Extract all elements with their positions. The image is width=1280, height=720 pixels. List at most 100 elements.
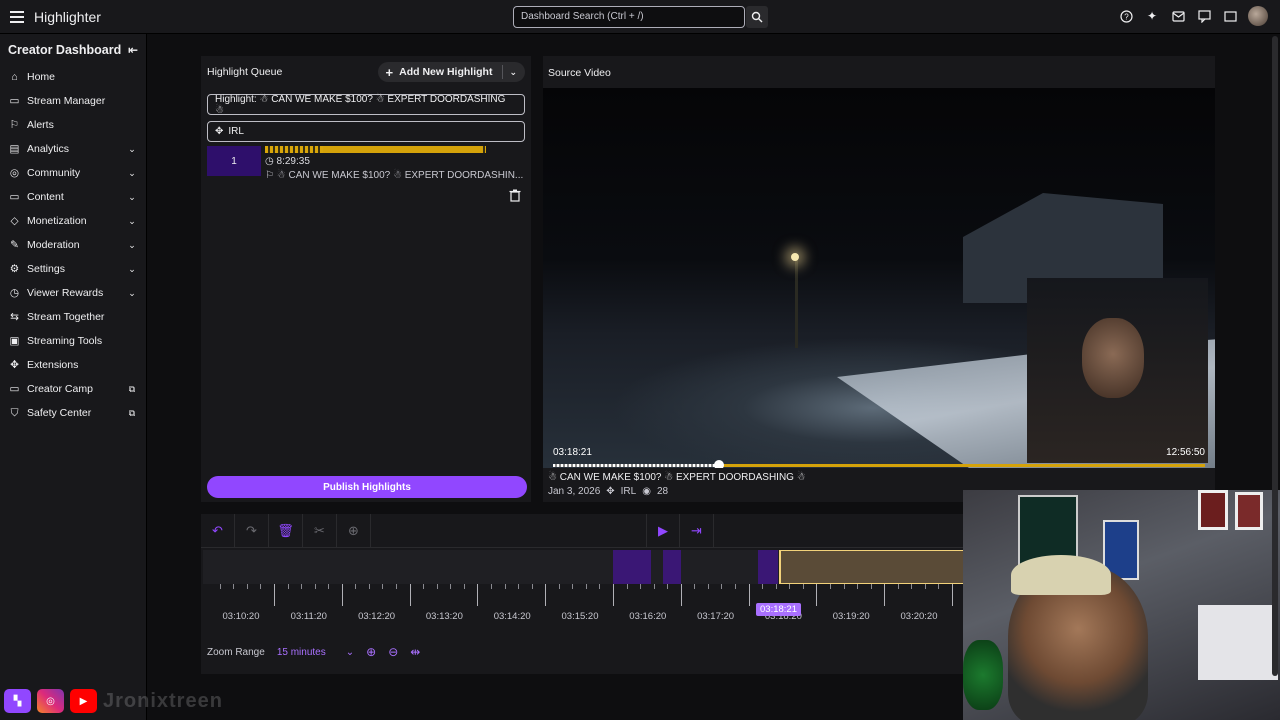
ruler-label: 03:12:20	[358, 611, 396, 622]
highlight-segment[interactable]	[663, 550, 681, 584]
delete-icon[interactable]: 🗑︎	[269, 513, 303, 548]
ruler-label: 03:20:20	[900, 611, 938, 622]
add-circle-icon[interactable]: ⊕	[337, 513, 371, 548]
collapse-sidebar-icon[interactable]: ⇤	[128, 43, 138, 57]
whispers-icon[interactable]	[1196, 8, 1212, 24]
zoom-range-select[interactable]: 15 minutes ⌄	[277, 647, 354, 658]
picture-frame	[1235, 492, 1263, 530]
ruler-minor-tick	[775, 584, 777, 589]
sidebar-item-label: Settings	[27, 263, 65, 275]
ruler-minor-tick	[314, 584, 316, 589]
queue-clip[interactable]: 1 ◷ 8:29:35 ⚐ ☃ CAN WE MAKE $100? ☃ EXPE…	[207, 146, 527, 181]
search-button[interactable]	[746, 6, 768, 28]
ruler-label: 03:16:20	[629, 611, 667, 622]
fit-timeline-icon[interactable]: ⇹	[410, 645, 420, 659]
help-icon[interactable]: ?	[1118, 8, 1134, 24]
chevron-down-icon: ⌄	[128, 167, 136, 178]
ruler-tick	[680, 584, 682, 606]
sidebar-item-label: Community	[27, 167, 81, 179]
sidebar-item-label: Creator Camp	[27, 383, 93, 395]
ruler-minor-tick	[382, 584, 384, 589]
sidebar-item-stream-together[interactable]: ⇆ Stream Together	[0, 305, 146, 329]
sidebar-item-analytics[interactable]: ▤ Analytics ⌄	[0, 137, 146, 161]
jump-to-end-icon[interactable]: ⇥	[680, 514, 714, 548]
ruler-minor-tick	[857, 584, 859, 589]
sidebar-item-extensions[interactable]: ✥ Extensions	[0, 353, 146, 377]
stream-manager-icon: ▭	[9, 95, 20, 107]
avatar[interactable]	[1248, 6, 1268, 26]
ruler-tick	[613, 584, 614, 606]
ruler-minor-tick	[450, 584, 452, 589]
sidebar: Creator Dashboard ⇤ ⌂ Home ▭ Stream Manager…	[0, 34, 147, 720]
chevron-down-icon: ⌄	[128, 239, 136, 250]
ruler-minor-tick	[233, 584, 235, 589]
sidebar-item-viewer-rewards[interactable]: ◷ Viewer Rewards ⌄	[0, 281, 146, 305]
highlight-title-field[interactable]: Highlight: ☃ CAN WE MAKE $100? ☃ EXPERT …	[207, 94, 525, 116]
street-lamp	[791, 253, 799, 261]
video-scrubber[interactable]	[553, 460, 1205, 468]
sidebar-item-settings[interactable]: ⚙ Settings ⌄	[0, 257, 146, 281]
sidebar-item-stream-manager[interactable]: ▭ Stream Manager	[0, 89, 146, 113]
sidebar-item-community[interactable]: ◎ Community ⌄	[0, 161, 146, 185]
chevron-down-icon: ⌄	[128, 143, 136, 154]
add-new-highlight-button[interactable]: + Add New Highlight ⌄	[377, 62, 525, 82]
moderation-icon: ✎	[10, 239, 19, 251]
video-category[interactable]: IRL	[621, 486, 637, 497]
sidebar-item-label: Safety Center	[27, 407, 92, 419]
stream-icon[interactable]	[1222, 8, 1238, 24]
community-icon: ◎	[9, 167, 20, 179]
ruler-tick	[477, 584, 479, 606]
sidebar-item-label: Stream Together	[27, 311, 105, 323]
timeline-track[interactable]	[203, 550, 969, 584]
video-player[interactable]: 03:18:21 12:56:50 ☰ ❚❚ 🔊︎ 2X ⚙ ⛶	[543, 88, 1215, 468]
sparkle-icon[interactable]: ✦	[1144, 8, 1160, 24]
safety-center-icon: ⛉	[10, 406, 19, 419]
scissors-icon[interactable]: ✂	[303, 513, 337, 548]
search-input[interactable]: Dashboard Search (Ctrl + /)	[513, 6, 745, 28]
play-icon[interactable]: ▶	[646, 514, 680, 548]
sidebar-item-home[interactable]: ⌂ Home	[0, 65, 146, 89]
source-video-title: Source Video	[548, 67, 611, 79]
ruler-minor-tick	[870, 584, 872, 589]
scrubber-handle[interactable]	[714, 460, 725, 468]
chevron-down-icon[interactable]: ⌄	[509, 67, 517, 78]
sidebar-item-streaming-tools[interactable]: ▣ Streaming Tools	[0, 329, 146, 353]
scrollbar[interactable]	[1272, 36, 1278, 686]
sidebar-item-moderation[interactable]: ✎ Moderation ⌄	[0, 233, 146, 257]
external-link-icon: ⧉	[128, 407, 136, 418]
delete-clip-icon[interactable]	[509, 189, 522, 202]
sidebar-item-alerts[interactable]: ⚐ Alerts	[0, 113, 146, 137]
ruler-minor-tick	[463, 584, 465, 589]
sidebar-item-label: Alerts	[27, 119, 54, 131]
ruler-minor-tick	[558, 584, 560, 589]
sidebar-item-content[interactable]: ▭ Content ⌄	[0, 185, 146, 209]
sidebar-item-safety-center[interactable]: ⛉ Safety Center ⧉	[0, 401, 146, 425]
zoom-range-value: 15 minutes	[276, 646, 326, 658]
sidebar-item-monetization[interactable]: ◇ Monetization ⌄	[0, 209, 146, 233]
queue-title: Highlight Queue	[207, 66, 283, 78]
zoom-in-icon[interactable]: ⊕	[366, 645, 376, 659]
highlight-segment[interactable]	[758, 550, 778, 584]
category-field[interactable]: ✥ IRL	[207, 121, 525, 142]
viewer-rewards-icon: ◷	[9, 287, 20, 299]
sidebar-item-label: Analytics	[27, 143, 70, 155]
highlight-segment[interactable]	[613, 550, 651, 584]
ruler-label: 03:15:20	[561, 611, 599, 622]
sidebar-item-creator-camp[interactable]: ▭ Creator Camp ⧉	[0, 377, 146, 401]
inbox-icon[interactable]	[1170, 8, 1186, 24]
chevron-down-icon: ⌄	[345, 646, 355, 658]
undo-icon[interactable]: ↶	[201, 513, 235, 548]
streamer-webcam-overlay	[1027, 278, 1208, 463]
ruler-minor-tick	[911, 584, 913, 589]
publish-highlights-button[interactable]: Publish Highlights	[207, 476, 527, 498]
top-bar: Highlighter Dashboard Search (Ctrl + /) …	[0, 0, 1280, 34]
category-icon: ✥	[606, 486, 615, 497]
clip-waveform	[265, 146, 486, 153]
zoom-out-icon[interactable]: ⊖	[388, 645, 398, 659]
menu-icon[interactable]	[6, 6, 28, 28]
playhead-time[interactable]: 03:18:21	[756, 603, 801, 616]
redo-icon[interactable]: ↷	[235, 513, 269, 548]
selected-clip-segment[interactable]	[779, 550, 969, 584]
ruler-minor-tick	[531, 584, 533, 589]
clock-icon: ◷	[265, 156, 274, 167]
